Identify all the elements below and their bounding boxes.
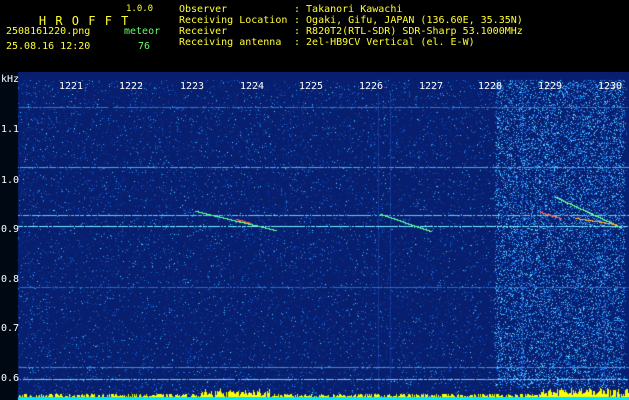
datetime-label: 25.08.16 12:20	[6, 41, 91, 52]
time-tick-label: 1228	[478, 81, 503, 92]
filename-label: 2508161220.png	[6, 26, 91, 37]
time-tick-label: 1230	[598, 81, 623, 92]
header-panel: H R O F F T 1.0.0 2508161220.png 25.08.1…	[0, 0, 629, 72]
meteor-count: 76	[138, 41, 151, 52]
meteor-label: meteor	[124, 26, 161, 37]
time-tick-label: 1222	[119, 81, 144, 92]
freq-tick-label: 1.1	[1, 124, 20, 135]
time-tick-label: 1221	[59, 81, 84, 92]
time-tick-label: 1223	[180, 81, 205, 92]
info-key-location: Receiving Location	[179, 15, 288, 26]
info-key-antenna: Receiving antenna	[179, 37, 282, 48]
freq-tick-label: 0.9	[1, 224, 20, 235]
time-tick-label: 1229	[538, 81, 563, 92]
time-tick-label: 1224	[240, 81, 265, 92]
info-value-observer: : Takanori Kawachi	[294, 4, 403, 15]
freq-tick-label: 1.0	[1, 175, 20, 186]
time-tick-label: 1227	[419, 81, 444, 92]
info-value-antenna: : 2el-HB9CV Vertical (el. E-W)	[294, 37, 475, 48]
freq-tick-label: 0.7	[1, 323, 20, 334]
frequency-unit-label: kHz	[1, 74, 20, 85]
freq-tick-label: 0.8	[1, 274, 20, 285]
info-key-receiver: Receiver	[179, 26, 228, 37]
info-value-location: : Ogaki, Gifu, JAPAN (136.60E, 35.35N)	[294, 15, 523, 26]
info-value-receiver: : R820T2(RTL-SDR) SDR-Sharp 53.1000MHz	[294, 26, 523, 37]
time-tick-label: 1225	[299, 81, 324, 92]
freq-tick-label: 0.6	[1, 373, 20, 384]
app-version: 1.0.0	[126, 4, 154, 14]
info-key-observer: Observer	[179, 4, 228, 15]
time-tick-label: 1226	[359, 81, 384, 92]
spectrogram	[0, 72, 629, 400]
